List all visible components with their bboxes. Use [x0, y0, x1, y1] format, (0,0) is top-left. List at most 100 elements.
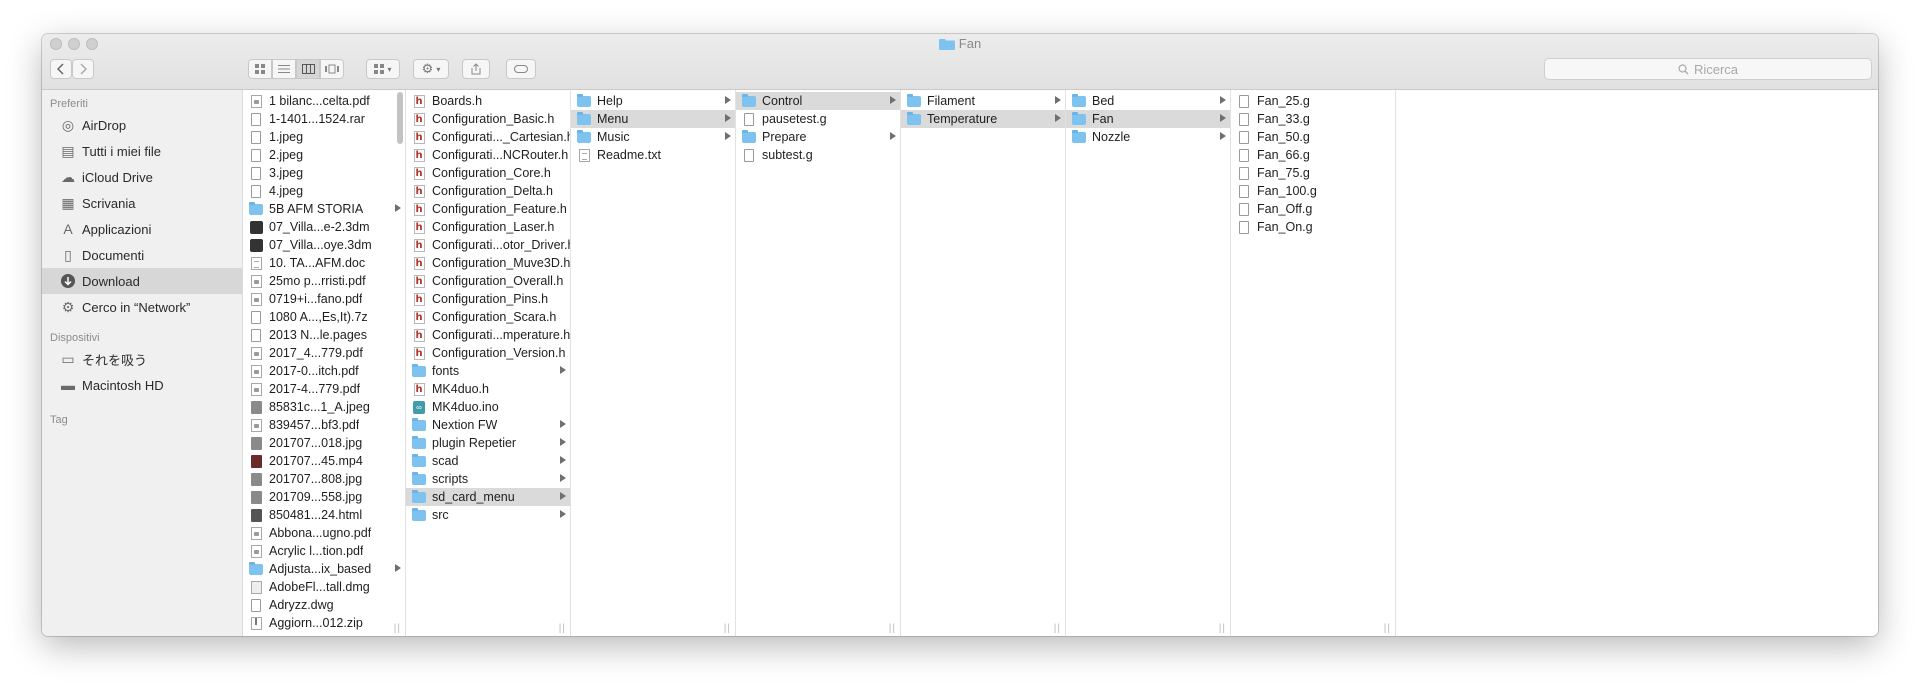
- list-item[interactable]: Fan_33.g: [1231, 110, 1395, 128]
- list-item[interactable]: 201707...45.mp4: [243, 452, 405, 470]
- list-item[interactable]: 2.jpeg: [243, 146, 405, 164]
- list-item[interactable]: h Configurati...mperature.h: [406, 326, 570, 344]
- list-item-selected[interactable]: Menu: [571, 110, 735, 128]
- column-menu[interactable]: Control pausetest.g Prepare subtest.g ||: [736, 90, 901, 636]
- column-resize-handle[interactable]: ||: [1054, 623, 1061, 634]
- list-item[interactable]: scad: [406, 452, 570, 470]
- list-item[interactable]: plugin Repetier: [406, 434, 570, 452]
- list-item[interactable]: Fan_On.g: [1231, 218, 1395, 236]
- list-item[interactable]: h Configuration_Muve3D.h: [406, 254, 570, 272]
- column-empty[interactable]: [1396, 90, 1878, 636]
- list-item[interactable]: 201707...808.jpg: [243, 470, 405, 488]
- list-item[interactable]: Abbona...ugno.pdf: [243, 524, 405, 542]
- action-button[interactable]: ⚙ ▾: [413, 59, 449, 79]
- list-item[interactable]: Adjusta...ix_based: [243, 560, 405, 578]
- list-item[interactable]: Help: [571, 92, 735, 110]
- column-resize-handle[interactable]: ||: [724, 623, 731, 634]
- list-item[interactable]: 201707...018.jpg: [243, 434, 405, 452]
- list-item[interactable]: 10. TA...AFM.doc: [243, 254, 405, 272]
- list-item[interactable]: 85831c...1_A.jpeg: [243, 398, 405, 416]
- list-item[interactable]: 2017_4...779.pdf: [243, 344, 405, 362]
- list-item[interactable]: 4.jpeg: [243, 182, 405, 200]
- list-item-selected[interactable]: Control: [736, 92, 900, 110]
- list-item-selected[interactable]: sd_card_menu: [406, 488, 570, 506]
- back-button[interactable]: [50, 59, 72, 79]
- list-item[interactable]: Fan_66.g: [1231, 146, 1395, 164]
- list-item[interactable]: h Configuration_Overall.h: [406, 272, 570, 290]
- column-view-button[interactable]: [296, 59, 320, 79]
- list-item[interactable]: src: [406, 506, 570, 524]
- sidebar-item-macintosh-hd[interactable]: ▬ Macintosh HD: [42, 372, 242, 398]
- list-view-button[interactable]: [272, 59, 296, 79]
- list-item[interactable]: h Configuration_Pins.h: [406, 290, 570, 308]
- list-item[interactable]: 3.jpeg: [243, 164, 405, 182]
- sidebar-item-applications[interactable]: A Applicazioni: [42, 216, 242, 242]
- list-item[interactable]: 25mo p...rristi.pdf: [243, 272, 405, 290]
- list-item[interactable]: AdobeFl...tall.dmg: [243, 578, 405, 596]
- list-item[interactable]: Fan_100.g: [1231, 182, 1395, 200]
- list-item[interactable]: fonts: [406, 362, 570, 380]
- list-item[interactable]: h Configuration_Delta.h: [406, 182, 570, 200]
- column-resize-handle[interactable]: ||: [559, 623, 566, 634]
- column-resize-handle[interactable]: ||: [889, 623, 896, 634]
- list-item[interactable]: h Configuration_Scara.h: [406, 308, 570, 326]
- list-item[interactable]: scripts: [406, 470, 570, 488]
- list-item[interactable]: Fan_Off.g: [1231, 200, 1395, 218]
- sidebar-item-icloud[interactable]: ☁ iCloud Drive: [42, 164, 242, 190]
- list-item[interactable]: Fan_25.g: [1231, 92, 1395, 110]
- list-item[interactable]: 0719+i...fano.pdf: [243, 290, 405, 308]
- list-item[interactable]: 2013 N...le.pages: [243, 326, 405, 344]
- list-item[interactable]: Bed: [1066, 92, 1230, 110]
- forward-button[interactable]: [72, 59, 94, 79]
- sidebar-item-all-files[interactable]: ▤ Tutti i miei file: [42, 138, 242, 164]
- list-item[interactable]: 850481...24.html: [243, 506, 405, 524]
- list-item[interactable]: ∞ MK4duo.ino: [406, 398, 570, 416]
- sidebar-item-documents[interactable]: ▯ Documenti: [42, 242, 242, 268]
- list-item[interactable]: Filament: [901, 92, 1065, 110]
- list-item[interactable]: h Configurati..._Cartesian.h: [406, 128, 570, 146]
- list-item[interactable]: 07_Villa...oye.3dm: [243, 236, 405, 254]
- cover-flow-button[interactable]: [320, 59, 344, 79]
- search-field[interactable]: Ricerca: [1544, 58, 1872, 80]
- list-item[interactable]: 201709...558.jpg: [243, 488, 405, 506]
- list-item-selected[interactable]: Temperature: [901, 110, 1065, 128]
- list-item[interactable]: h Configurati...NCRouter.h: [406, 146, 570, 164]
- list-item[interactable]: 1 bilanc...celta.pdf: [243, 92, 405, 110]
- list-item[interactable]: Acrylic l...tion.pdf: [243, 542, 405, 560]
- list-item-selected[interactable]: Fan: [1066, 110, 1230, 128]
- list-item[interactable]: 5B AFM STORIA: [243, 200, 405, 218]
- column-fan[interactable]: Fan_25.g Fan_33.g Fan_50.g Fan_66.g Fan_…: [1231, 90, 1396, 636]
- list-item[interactable]: Music: [571, 128, 735, 146]
- column-resize-handle[interactable]: ||: [1384, 623, 1391, 634]
- column-resize-handle[interactable]: ||: [1219, 623, 1226, 634]
- column-control[interactable]: Filament Temperature ||: [901, 90, 1066, 636]
- list-item[interactable]: Adryzz.dwg: [243, 596, 405, 614]
- list-item[interactable]: Fan_50.g: [1231, 128, 1395, 146]
- sidebar-item-computer[interactable]: ▭ それを吸う: [42, 346, 242, 372]
- list-item[interactable]: 839457...bf3.pdf: [243, 416, 405, 434]
- list-item[interactable]: h Configuration_Laser.h: [406, 218, 570, 236]
- column-resize-handle[interactable]: ||: [394, 623, 401, 634]
- list-item[interactable]: Prepare: [736, 128, 900, 146]
- list-item[interactable]: 1-1401...1524.rar: [243, 110, 405, 128]
- sidebar-item-airdrop[interactable]: ◎ AirDrop: [42, 112, 242, 138]
- list-item[interactable]: h Configuration_Feature.h: [406, 200, 570, 218]
- list-item[interactable]: Aggiorn...012.zip: [243, 614, 405, 632]
- sidebar-item-desktop[interactable]: ▦ Scrivania: [42, 190, 242, 216]
- list-item[interactable]: subtest.g: [736, 146, 900, 164]
- column-temperature[interactable]: Bed Fan Nozzle ||: [1066, 90, 1231, 636]
- list-item[interactable]: 1.jpeg: [243, 128, 405, 146]
- list-item[interactable]: h Configuration_Basic.h: [406, 110, 570, 128]
- list-item[interactable]: Nextion FW: [406, 416, 570, 434]
- sidebar-item-network[interactable]: ⚙ Cerco in “Network”: [42, 294, 242, 320]
- list-item[interactable]: Nozzle: [1066, 128, 1230, 146]
- icon-view-button[interactable]: [248, 59, 272, 79]
- list-item[interactable]: h Boards.h: [406, 92, 570, 110]
- list-item[interactable]: pausetest.g: [736, 110, 900, 128]
- list-item[interactable]: h Configurati...otor_Driver.h: [406, 236, 570, 254]
- list-item[interactable]: 1080 A...,Es,It).7z: [243, 308, 405, 326]
- column-downloads[interactable]: 1 bilanc...celta.pdf 1-1401...1524.rar 1…: [243, 90, 406, 636]
- list-item[interactable]: 2017-0...itch.pdf: [243, 362, 405, 380]
- share-button[interactable]: [462, 59, 490, 79]
- list-item[interactable]: Fan_75.g: [1231, 164, 1395, 182]
